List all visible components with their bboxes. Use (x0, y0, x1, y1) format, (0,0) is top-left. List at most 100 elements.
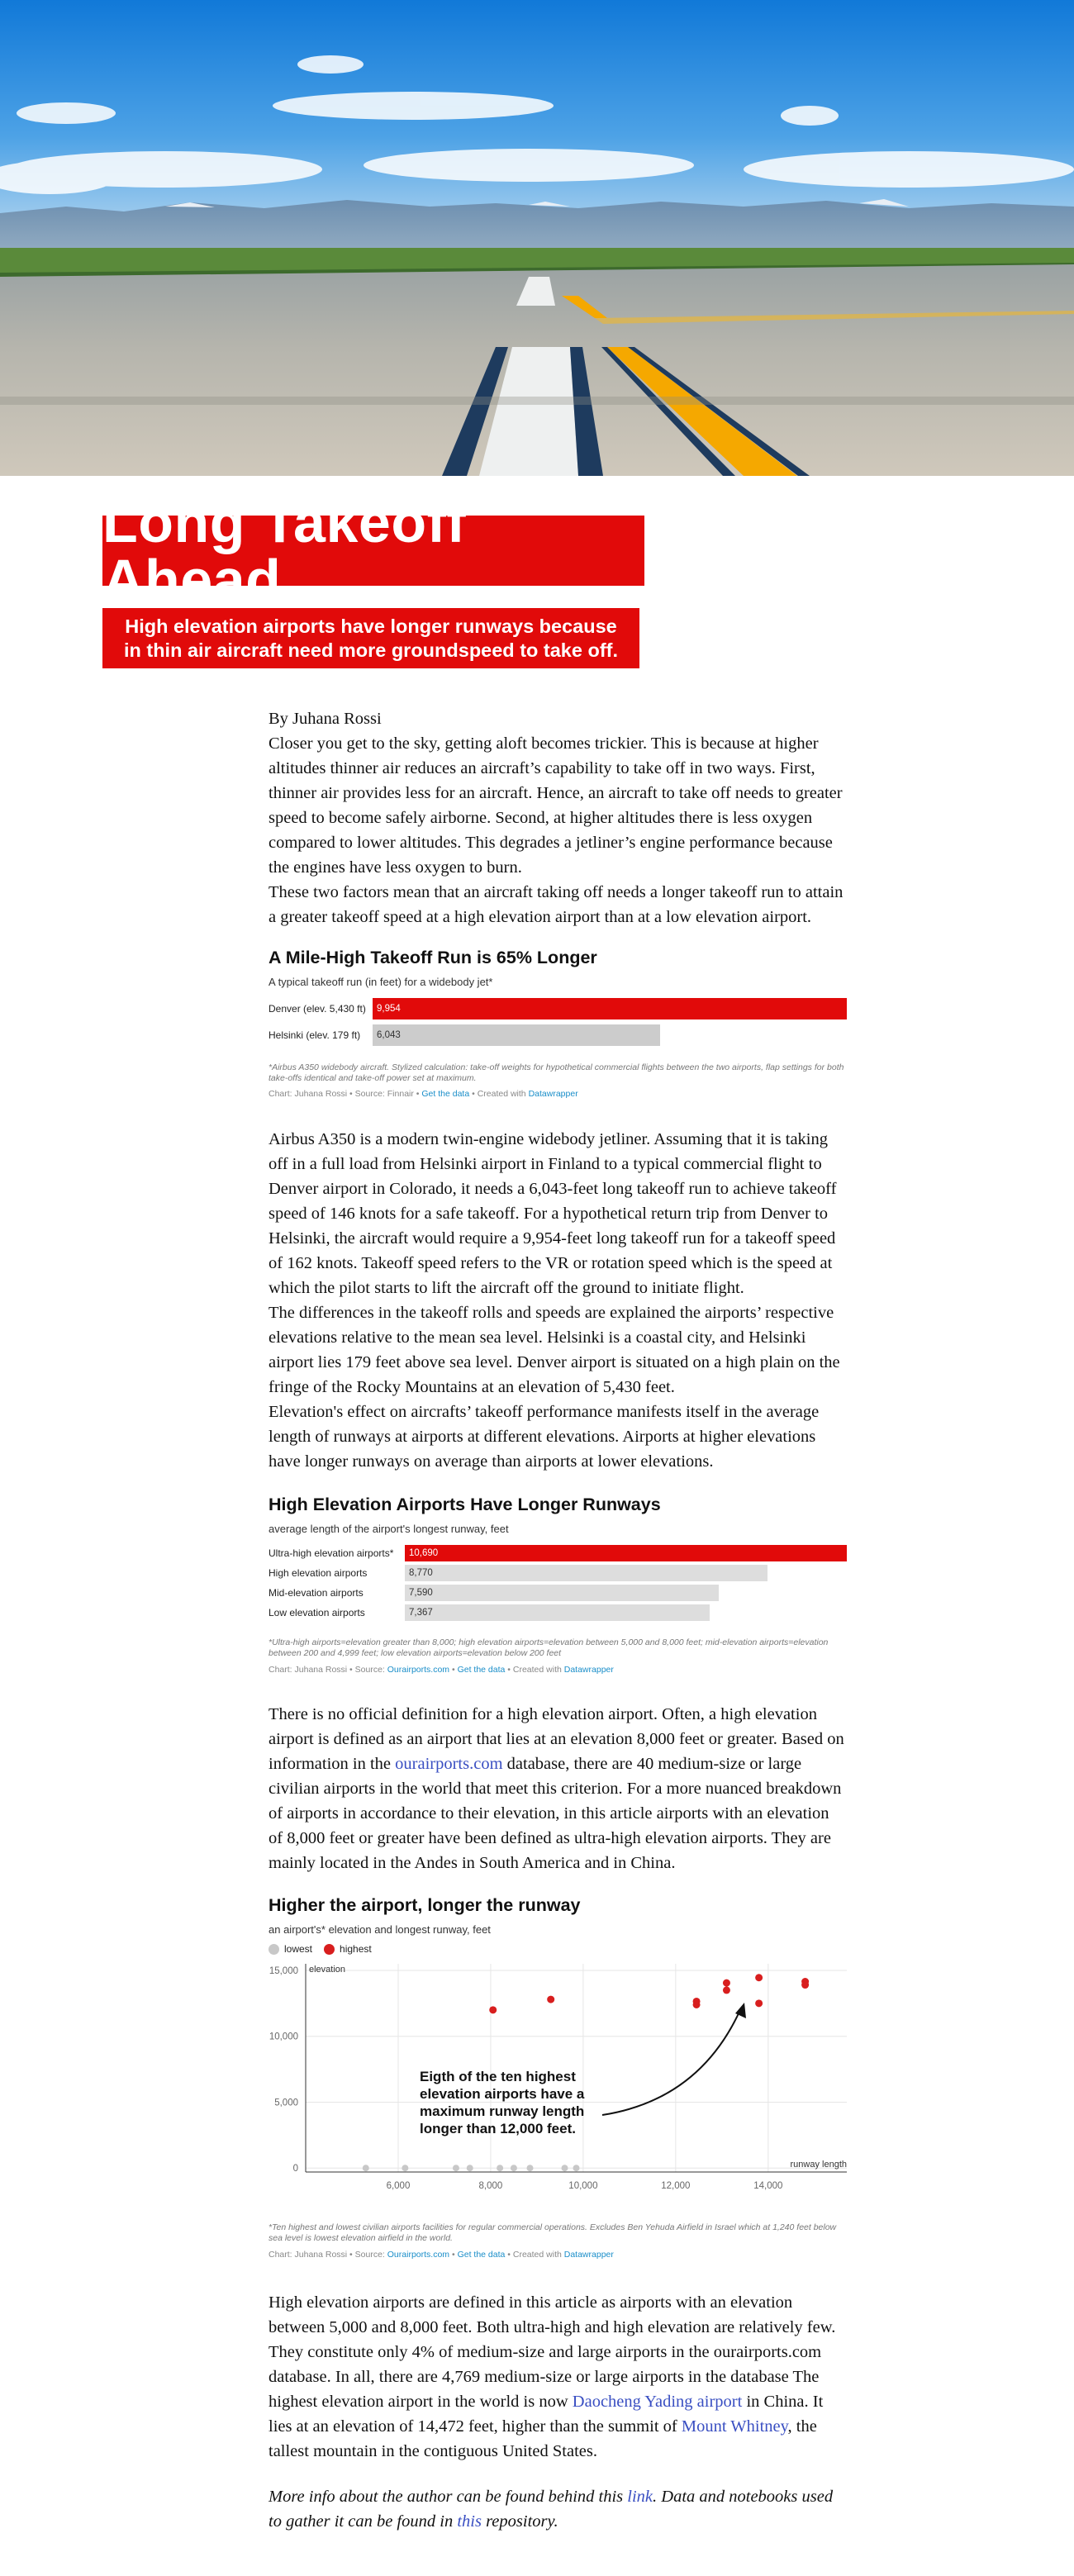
paragraph: High elevation airports are defined in t… (268, 2290, 847, 2464)
y-tick-label: 15,000 (269, 1966, 298, 1976)
chart-legend: lowest highest (268, 1943, 372, 1955)
page-subtitle: High elevation airports have longer runw… (123, 615, 619, 661)
bar-row: Mid-elevation airports 7,590 (268, 1585, 847, 1601)
bar: 10,690 (405, 1545, 847, 1561)
chart-author: Chart: Juhana Rossi (268, 1665, 348, 1675)
scatter-point-highest (755, 1999, 763, 2008)
separator: • (347, 1665, 355, 1675)
paragraph: Airbus A350 is a modern twin-engine wide… (268, 1130, 837, 1297)
y-axis-title: elevation (309, 1965, 345, 1975)
chart-credits: Chart: Juhana Rossi • Source: Ourairport… (268, 2250, 614, 2260)
x-tick-label: 6,000 (387, 2181, 411, 2191)
byline: By Juhana Rossi (268, 710, 382, 728)
separator: • (347, 1089, 355, 1099)
scatter-point-lowest (452, 2165, 459, 2172)
page-title: Long Takeoff Ahead (102, 489, 467, 612)
takeoff-section: Airbus A350 is a modern twin-engine wide… (268, 1127, 847, 1474)
source-name: Finnair (387, 1089, 414, 1099)
bar: 6,043 (373, 1024, 661, 1046)
created-with-label: Created with (477, 1089, 529, 1099)
text: repository. (481, 2512, 558, 2531)
chart-credits: Chart: Juhana Rossi • Source: Ourairport… (268, 1665, 614, 1675)
source-label: Source: (354, 1089, 387, 1099)
separator: • (449, 2250, 458, 2260)
mount-whitney-link[interactable]: Mount Whitney (682, 2417, 788, 2436)
scatter-plot: 0 5,000 10,000 15,000 6,000 8,000 10,000 12,000… (269, 1964, 847, 2191)
bar-rows: Ultra-high elevation airports* 10,690 High… (268, 1545, 847, 1624)
intro-section: By Juhana Rossi Closer you get to the sk… (268, 706, 847, 929)
daocheng-yading-link[interactable]: Daocheng Yading airport (573, 2393, 743, 2411)
annotation-line: elevation airports have a (420, 2086, 585, 2102)
datawrapper-link[interactable]: Datawrapper (529, 1089, 578, 1099)
scatter-point-highest (722, 1979, 730, 1987)
chart-credits: Chart: Juhana Rossi • Source: Finnair • … (268, 1089, 578, 1100)
ourairports-link[interactable]: ourairports.com (395, 1755, 502, 1773)
chart-author: Chart: Juhana Rossi (268, 1089, 348, 1099)
paragraph: Elevation's effect on aircrafts’ takeoff… (268, 1403, 820, 1471)
scatter-point-highest (755, 1974, 763, 1982)
chart-note: *Ten highest and lowest civilian airport… (268, 2222, 837, 2243)
bar-value-label: 10,690 (409, 1548, 439, 1558)
separator: • (505, 1665, 513, 1675)
legend-lowest: lowest (284, 1943, 313, 1955)
headline-box: Long Takeoff Ahead (102, 493, 644, 609)
get-data-link[interactable]: Get the data (458, 2250, 506, 2260)
hero-image (0, 0, 1074, 476)
definition-section: There is no official definition for a hi… (268, 1702, 847, 1875)
subheadline-box: High elevation airports have longer runw… (102, 608, 639, 668)
datawrapper-link[interactable]: Datawrapper (564, 1665, 614, 1675)
chart-note: *Ultra-high airports=elevation greater t… (268, 1637, 829, 1658)
bar: 9,954 (373, 998, 847, 1019)
scatter-point-highest (722, 1986, 730, 1994)
chart-description: an airport's* elevation and longest runw… (268, 1923, 491, 1936)
runway-length-chart: High Elevation Airports Have Longer Runw… (268, 1494, 847, 1680)
get-data-link[interactable]: Get the data (458, 1665, 506, 1675)
separator: • (347, 2250, 355, 2260)
scatter-point-lowest (510, 2165, 517, 2172)
scatter-point-lowest (526, 2165, 534, 2172)
scatter-point-lowest (573, 2165, 580, 2172)
bar-value-label: 8,770 (409, 1568, 433, 1578)
bar-value-label: 9,954 (377, 1004, 401, 1014)
bar-label: Denver (elev. 5,430 ft) (268, 1003, 366, 1015)
legend-swatch-lowest (268, 1943, 279, 1955)
bar-label: Low elevation airports (268, 1607, 365, 1618)
bar-label: Helsinki (elev. 179 ft) (268, 1029, 361, 1041)
bar-row: High elevation airports 8,770 (268, 1565, 847, 1581)
legend-swatch-highest (324, 1943, 335, 1955)
bar-row: Low elevation airports 7,367 (268, 1604, 847, 1621)
legend-highest: highest (340, 1943, 372, 1955)
bar-row: Denver (elev. 5,430 ft) 9,954 (268, 998, 847, 1019)
bar-label: Mid-elevation airports (268, 1587, 364, 1599)
annotation-line: maximum runway length (420, 2103, 584, 2119)
separator: • (505, 2250, 513, 2260)
repository-link[interactable]: this (457, 2512, 482, 2531)
source-label: Source: (354, 2250, 387, 2260)
bar-label: Ultra-high elevation airports* (268, 1547, 394, 1559)
annotation-line: Eigth of the ten highest (420, 2069, 576, 2084)
separator: • (413, 1089, 422, 1099)
bar: 7,367 (405, 1604, 710, 1621)
bar-label: High elevation airports (268, 1567, 368, 1579)
scatter-point-lowest (497, 2165, 504, 2172)
chart-description: average length of the airport's longest … (268, 1523, 509, 1535)
source-link[interactable]: Ourairports.com (387, 2250, 449, 2260)
scatter-point-lowest (561, 2165, 568, 2172)
chart-title: A Mile-High Takeoff Run is 65% Longer (268, 948, 597, 967)
footnote-text: More info about the author can be found … (268, 2484, 847, 2534)
bar-row: Helsinki (elev. 179 ft) 6,043 (268, 1024, 847, 1046)
scatter-point-lowest (466, 2165, 473, 2172)
author-link[interactable]: link (627, 2488, 653, 2506)
scatter-point-lowest (402, 2165, 409, 2172)
x-tick-label: 12,000 (661, 2181, 690, 2191)
y-tick-label: 0 (293, 2164, 298, 2174)
y-tick-label: 5,000 (274, 2098, 298, 2108)
datawrapper-link[interactable]: Datawrapper (564, 2250, 614, 2260)
y-tick-label: 10,000 (269, 2032, 298, 2042)
closing-section: High elevation airports are defined in t… (268, 2290, 847, 2464)
paragraph: Closer you get to the sky, getting aloft… (268, 734, 843, 877)
source-link[interactable]: Ourairports.com (387, 1665, 449, 1675)
paragraph: The differences in the takeoff rolls and… (268, 1304, 840, 1396)
chart-title: High Elevation Airports Have Longer Runw… (268, 1495, 661, 1514)
get-data-link[interactable]: Get the data (421, 1089, 469, 1099)
